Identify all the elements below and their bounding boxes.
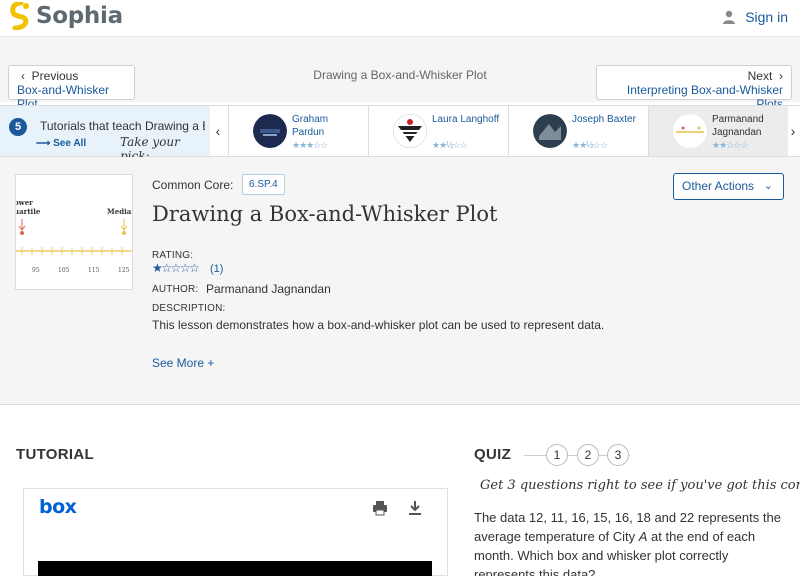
chevron-right-icon[interactable]: › [786,106,800,156]
tutorial-rating: ★★½☆☆ [432,140,468,150]
tutorial-author: Joseph Baxter [572,114,636,125]
see-all-link[interactable]: ⟶ See All [36,138,86,149]
sign-in-link[interactable]: Sign in [722,9,788,25]
rating-stars[interactable]: ★☆☆☆☆ [152,261,200,275]
preview-tick: 115 [88,267,100,274]
page: Sophia Sign in ‹ Previous Box-and-Whiske… [0,0,800,576]
other-actions-label: Other Actions [682,179,755,193]
common-core-badge[interactable]: 6.SP.4 [242,174,285,195]
preview-tick: 105 [58,267,70,274]
tutorial-author: Graham Pardun [292,114,329,138]
tutorial-thumbnail [253,114,287,148]
sign-in-label: Sign in [745,9,788,25]
rating-count[interactable]: (1) [210,263,223,275]
tutorial-rating: ★★★☆☆ [292,140,328,150]
tutorial-thumbnail [393,114,427,148]
lesson-nav: ‹ Previous Box-and-Whisker Plot Drawing … [0,36,800,111]
sophia-logo[interactable]: Sophia [10,2,123,30]
preview-lower-label: ower [16,198,33,207]
see-more-link[interactable]: See More + [152,356,214,370]
lesson-preview-image: ower uartile Median 95 105 115 125 [15,174,133,290]
tutorial-thumbnail [533,114,567,148]
common-core-label: Common Core: [152,178,234,192]
user-icon [723,10,736,24]
tutorial-rating: ★★½☆☆ [572,140,608,150]
sophia-logo-icon [10,2,29,30]
preview-tick: 95 [32,267,40,274]
description-label: DESCRIPTION: [152,303,226,314]
see-all-label: See All [53,138,87,149]
page-title: Drawing a Box-and-Whisker Plot [152,202,498,226]
arrow-right-icon: ⟶ [36,138,51,149]
other-actions-button[interactable]: Other Actions ⌄ [673,173,784,200]
quiz-tagline: Get 3 questions right to see if you've g… [480,478,800,493]
quiz-question-3[interactable]: 3 [607,444,629,466]
next-label: Next [747,69,773,83]
tutorials-summary: 5 Tutorials that teach Drawing a B ⟶ See… [0,106,210,163]
print-icon[interactable] [372,500,388,516]
brand-name: Sophia [36,3,123,29]
tutorial-card-selected[interactable]: Parmanand Jagnandan ★★☆☆☆ [648,106,788,156]
chevron-right-icon: › [779,69,783,83]
preview-median-label: Median [107,207,133,216]
preview-tick: 125 [118,267,130,274]
tutorials-strip: 5 Tutorials that teach Drawing a B ⟶ See… [0,105,800,163]
quiz-heading: QUIZ [474,446,512,463]
tutorial-rating: ★★☆☆☆ [712,140,748,150]
author-name: Parmanand Jagnandan [206,282,331,296]
top-bar: Sophia Sign in [0,0,800,36]
next-button[interactable]: Next › Interpreting Box-and-Whisker Plot… [596,65,792,111]
tutorial-card[interactable]: Joseph Baxter ★★½☆☆ [508,106,648,156]
tutorial-author: Laura Langhoff [432,114,500,125]
download-icon[interactable] [408,500,422,516]
video-area[interactable] [38,561,432,576]
chevron-down-icon: ⌄ [763,180,773,192]
tutorial-heading: TUTORIAL [16,446,94,463]
tutorial-card[interactable]: Graham Pardun ★★★☆☆ [228,106,368,156]
chevron-left-icon[interactable]: ‹ [210,106,226,156]
tutorial-count-badge: 5 [9,118,27,136]
preview-lower-label: uartile [16,207,41,216]
quiz-question-2[interactable]: 2 [577,444,599,466]
tutorial-card[interactable]: Laura Langhoff ★★½☆☆ [368,106,508,156]
author-label: AUTHOR: [152,284,199,295]
description-text: This lesson demonstrates how a box-and-w… [152,318,605,332]
box-logo: box [39,496,77,518]
quiz-question-1[interactable]: 1 [546,444,568,466]
tutorial-author: Parmanand Jagnandan [712,114,764,138]
tutorial-thumbnail [673,114,707,148]
rating-label: RATING: [152,250,194,261]
tutorials-title: Tutorials that teach Drawing a B [40,119,205,133]
quiz-question-text: The data 12, 11, 16, 15, 16, 18 and 22 r… [474,508,784,576]
